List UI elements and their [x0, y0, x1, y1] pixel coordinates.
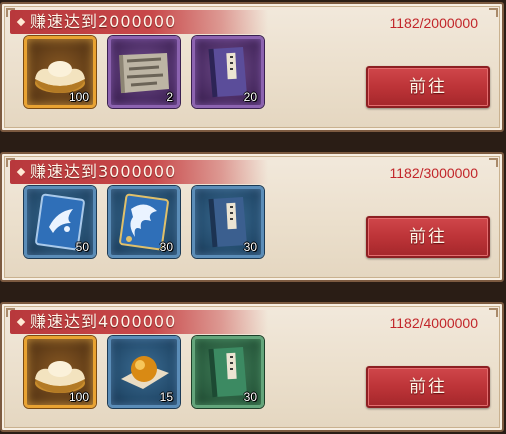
task-progress: 1182/3000000 [389, 165, 479, 181]
diamond-bullet-icon [16, 317, 26, 327]
reward-count: 50 [75, 240, 89, 254]
task-title-banner: 赚速达到3000000 [10, 160, 268, 184]
reward-count: 100 [68, 90, 89, 104]
task-title: 赚速达到4000000 [30, 312, 177, 331]
task-title: 赚速达到2000000 [30, 12, 177, 31]
task-panel: 赚速达到2000000 1182/2000000 100 2 20 前往 [0, 2, 504, 132]
reward-slot[interactable]: 50 [24, 186, 96, 258]
task-panel: 赚速达到4000000 1182/4000000 100 15 30 前往 [0, 302, 504, 432]
reward-slot[interactable]: 100 [24, 36, 96, 108]
task-progress: 1182/2000000 [389, 15, 479, 31]
task-progress: 1182/4000000 [389, 315, 479, 331]
task-title-banner: 赚速达到4000000 [10, 310, 268, 334]
reward-slot[interactable]: 2 [108, 36, 180, 108]
reward-slot[interactable]: 20 [192, 36, 264, 108]
task-title: 赚速达到3000000 [30, 162, 177, 181]
reward-slot[interactable]: 100 [24, 336, 96, 408]
diamond-bullet-icon [16, 17, 26, 27]
reward-slot[interactable]: 30 [192, 336, 264, 408]
go-button[interactable]: 前往 [366, 66, 490, 108]
reward-slot[interactable]: 30 [108, 186, 180, 258]
reward-count: 30 [159, 240, 173, 254]
reward-count: 30 [243, 240, 257, 254]
go-button[interactable]: 前往 [366, 366, 490, 408]
go-button[interactable]: 前往 [366, 216, 490, 258]
reward-count: 20 [243, 90, 257, 104]
reward-count: 2 [166, 90, 173, 104]
diamond-bullet-icon [16, 167, 26, 177]
reward-slot[interactable]: 30 [192, 186, 264, 258]
reward-count: 15 [159, 390, 173, 404]
reward-slot[interactable]: 15 [108, 336, 180, 408]
reward-count: 100 [68, 390, 89, 404]
task-panel: 赚速达到3000000 1182/3000000 50 30 30 前往 [0, 152, 504, 282]
task-title-banner: 赚速达到2000000 [10, 10, 268, 34]
reward-count: 30 [243, 390, 257, 404]
